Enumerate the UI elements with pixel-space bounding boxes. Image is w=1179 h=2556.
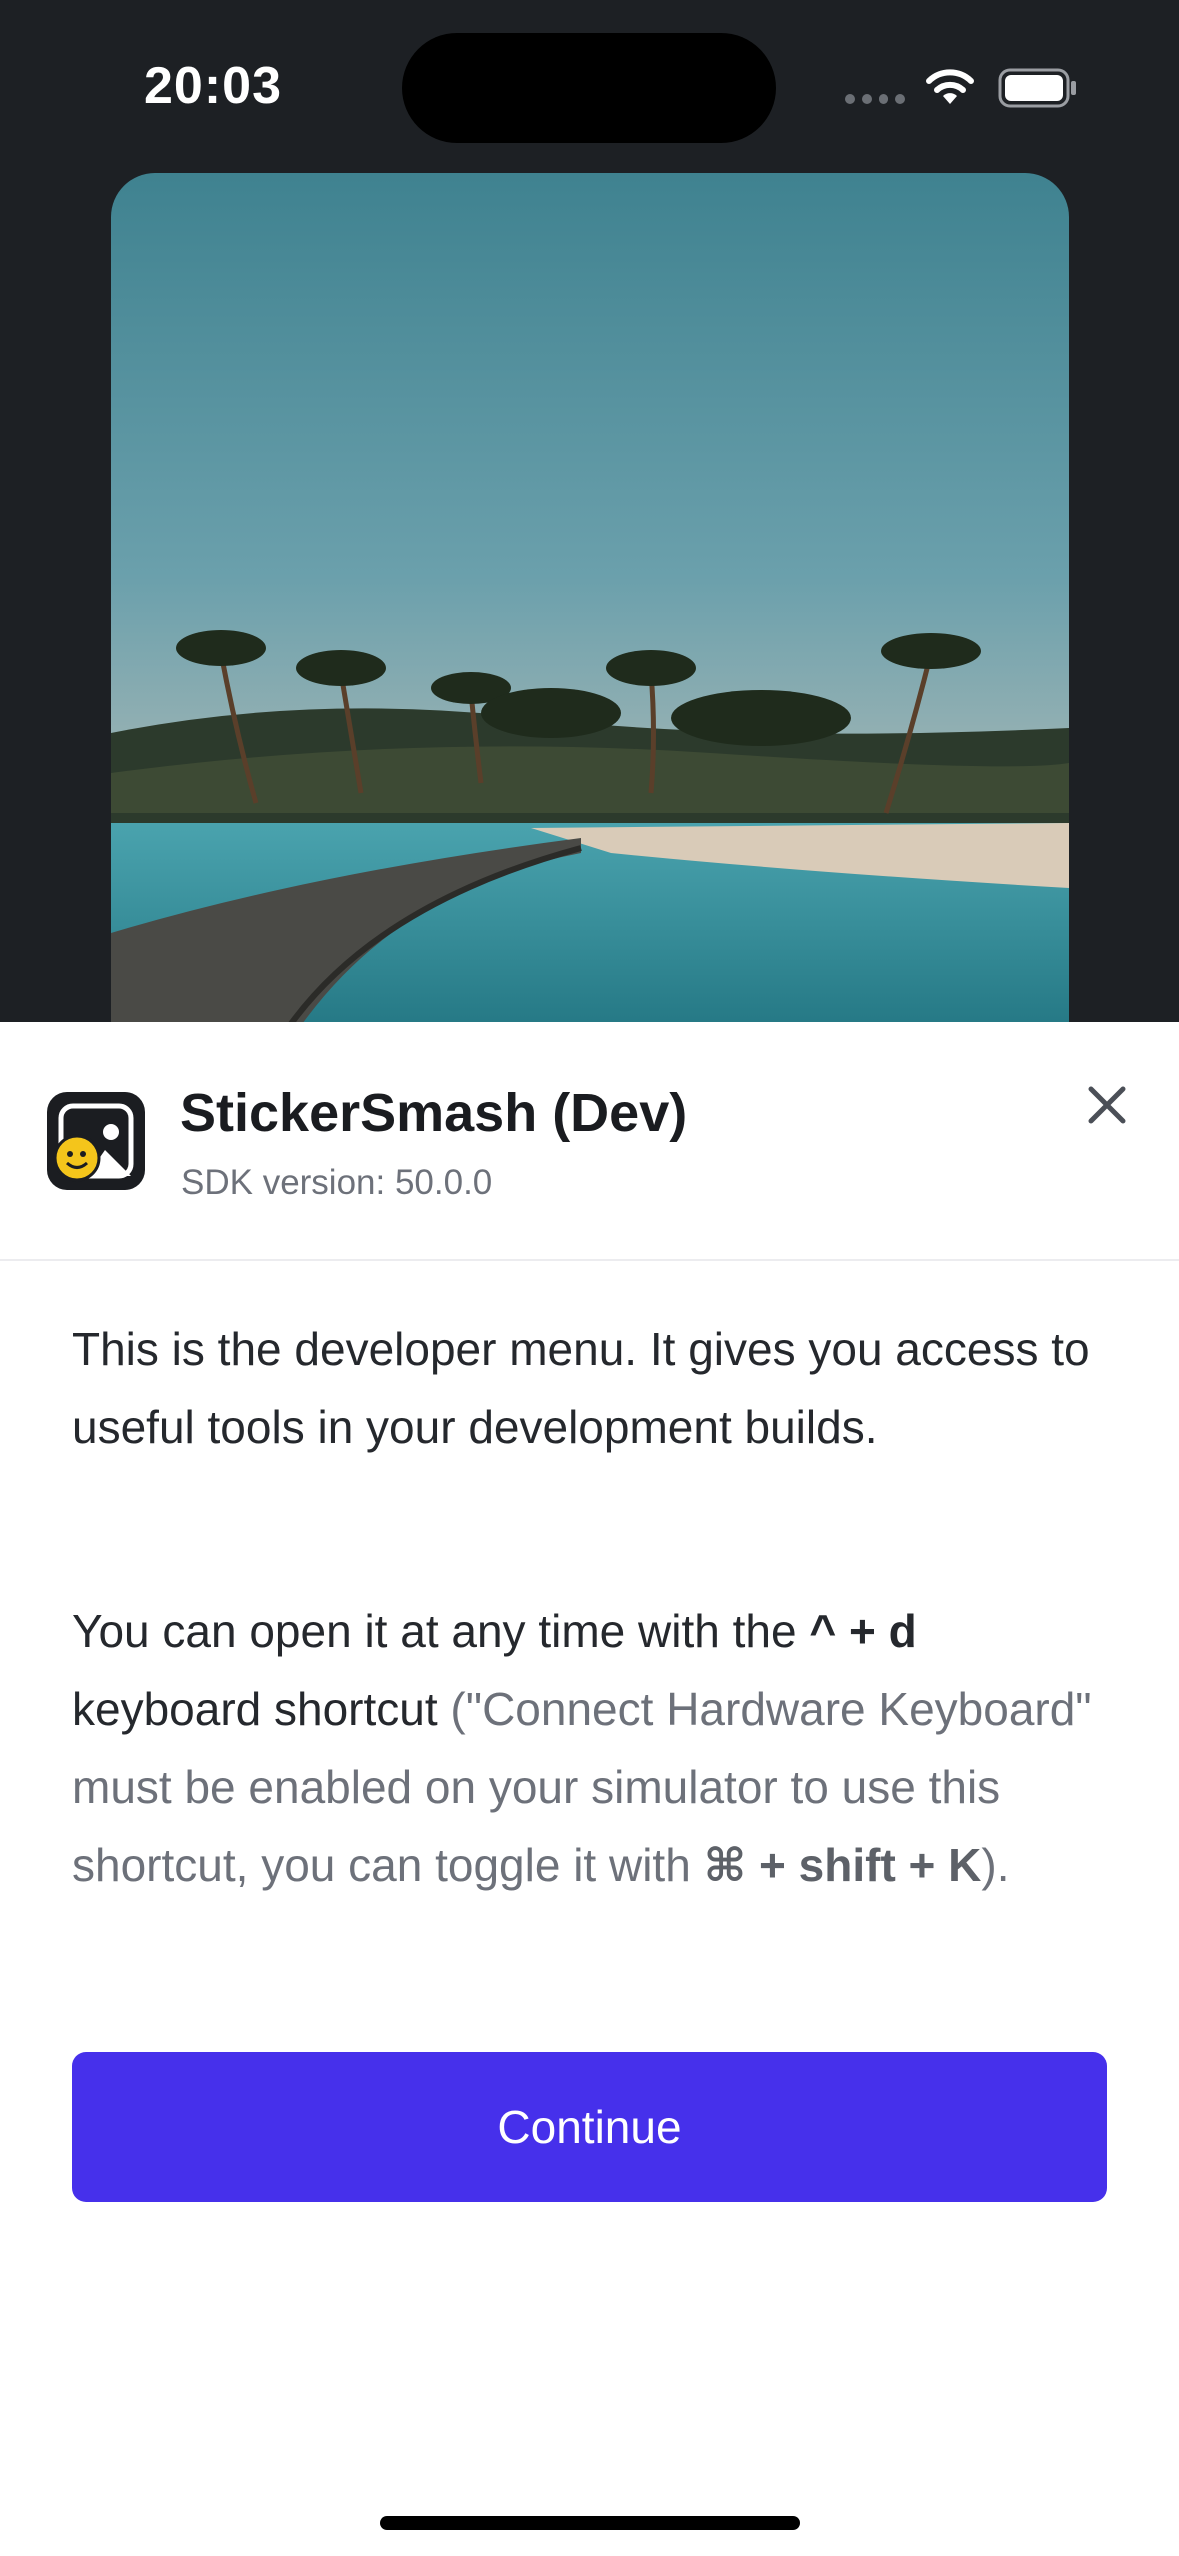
wifi-icon <box>926 69 974 104</box>
tropical-photo <box>111 173 1069 1022</box>
home-indicator <box>380 2516 800 2530</box>
app-icon <box>47 1092 145 1190</box>
status-time: 20:03 <box>144 57 282 115</box>
sdk-version: SDK version: 50.0.0 <box>181 1163 493 1202</box>
signal-icon <box>845 94 905 104</box>
simulator-note-close: ). <box>981 1839 1010 1891</box>
header-divider <box>0 1259 1179 1261</box>
continue-button[interactable]: Continue <box>72 2052 1107 2202</box>
shortcut-paragraph: You can open it at any time with the ^ +… <box>72 1592 1122 1904</box>
shortcut-keys: ^ + d <box>809 1605 917 1657</box>
toggle-shortcut-keys: ⌘ + shift + K <box>703 1839 982 1891</box>
shortcut-lead-text: You can open it at any time with the <box>72 1605 810 1657</box>
app-name: StickerSmash (Dev) <box>180 1083 688 1143</box>
dynamic-island <box>402 33 776 143</box>
intro-paragraph: This is the developer menu. It gives you… <box>72 1323 1090 1453</box>
app-background: 20:03 <box>0 0 1179 1022</box>
battery-icon <box>998 68 1076 108</box>
keyboard-shortcut-text: keyboard shortcut <box>72 1683 438 1735</box>
close-icon[interactable] <box>1077 1075 1137 1135</box>
